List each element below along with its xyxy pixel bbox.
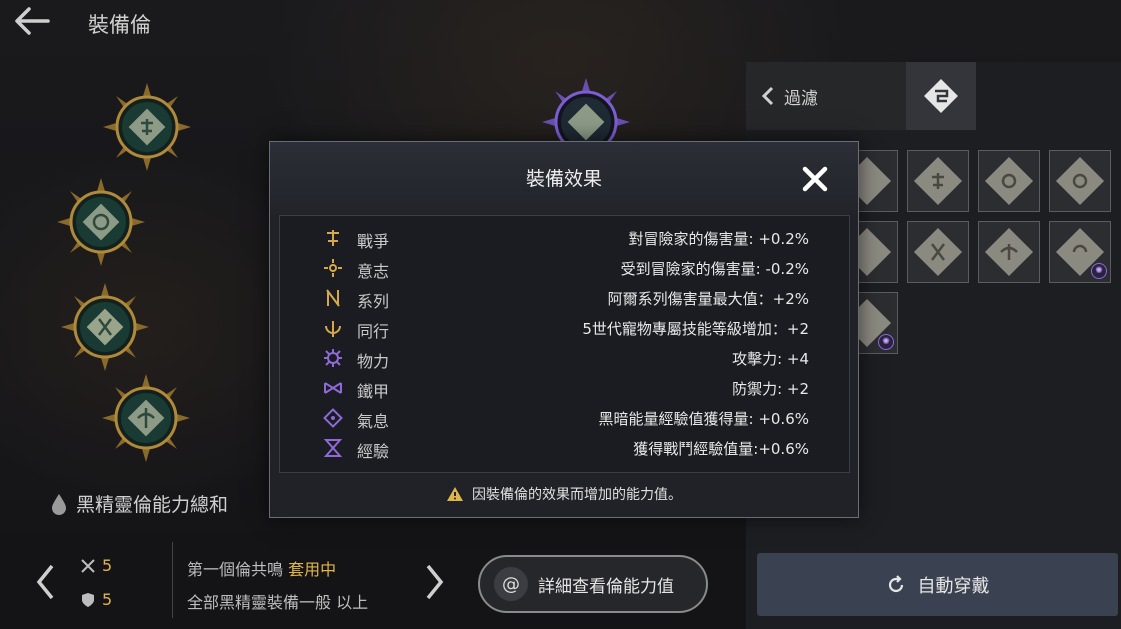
effect-name: 氣息 [357,412,390,431]
divider [172,542,173,618]
effect-list: 戰爭 對冒險家的傷害量: +0.2% 意志 受到冒險家的傷害量: -0.2% 系… [279,215,850,473]
stat-attack-value: 5 [102,556,113,575]
stat-defense: 5 [80,590,112,609]
page-title: 裝備倫 [88,13,151,37]
effect-row: 同行 5世代寵物專屬技能等級增加：+2 [280,314,849,344]
rune-category-icon [924,79,958,113]
rune-stone-icon [984,156,1034,206]
effect-name: 系列 [357,292,390,311]
effect-value: 受到冒險家的傷害量: -0.2% [620,260,809,278]
will-rune-icon [324,259,342,277]
ability-sum-label[interactable]: 黑精靈倫能力總和 [50,490,228,517]
effect-name: 戰爭 [357,232,390,251]
top-bar: 裝備倫 [0,0,740,48]
rarity-badge-icon: ✺ [1091,263,1107,279]
inventory-rune-item[interactable] [907,221,969,283]
effect-name: 經驗 [357,442,390,461]
modal-title: 裝備效果 [525,168,602,190]
inventory-rune-item[interactable] [978,150,1040,212]
effect-row: 意志 受到冒險家的傷害量: -0.2% [280,254,849,284]
filter-label: 過濾 [784,88,818,109]
crossed-swords-icon [81,558,95,573]
ability-sum-text: 黑精靈倫能力總和 [76,494,229,516]
rarity-badge-icon: ✺ [878,334,894,350]
effect-value: 5世代寵物專屬技能等級增加：+2 [582,320,809,338]
modal-header: 裝備效果 [270,142,858,214]
detail-ability-button[interactable]: @ 詳細查看倫能力值 [478,555,708,613]
drop-icon [52,493,66,515]
effect-name: 意志 [357,262,390,281]
requirement-line: 全部黑精靈裝備一般 以上 [187,593,369,612]
stat-defense-value: 5 [102,590,113,609]
refresh-icon [888,574,903,592]
auto-equip-label: 自動穿戴 [917,575,990,597]
shield-icon [82,592,94,607]
effect-value: 攻擊力: +4 [732,350,809,368]
effect-value: 獲得戰鬥經驗值量:+0.6% [633,440,809,458]
rune-category-tab[interactable] [906,62,976,130]
equip-effect-modal: 裝備效果 戰爭 對冒險家的傷害量: +0.2% 意志 受到冒險家的傷害量: -0… [269,141,859,518]
stat-attack: 5 [80,556,112,575]
armor-rune-icon [324,382,342,394]
effect-value: 對冒險家的傷害量: +0.2% [628,230,810,248]
close-icon[interactable] [800,164,830,194]
effect-row: 戰爭 對冒險家的傷害量: +0.2% [280,224,849,254]
companion-rune-icon [325,321,341,337]
sun-rune-frame-icon [102,374,190,462]
inventory-rune-item[interactable]: ✺ [1049,221,1111,283]
back-arrow-icon[interactable] [12,4,52,38]
breath-rune-icon [323,408,343,428]
effect-row: 鐵甲 防禦力: +2 [280,374,849,404]
inventory-rune-item[interactable] [907,150,969,212]
series-rune-icon [326,289,340,307]
detail-ability-label: 詳細查看倫能力值 [538,576,674,597]
effect-value: 黑暗能量經驗值獲得量: +0.6% [598,410,810,428]
rune-stone-icon [913,227,963,277]
effect-name: 物力 [357,352,390,371]
rune-slot-2[interactable] [57,178,145,266]
war-rune-icon [327,230,339,246]
chevron-left-icon [761,86,774,106]
chevron-right-icon[interactable] [422,562,446,602]
rune-stone-icon [913,156,963,206]
effect-value: 阿爾系列傷害量最大值：+2% [607,290,809,308]
chevron-left-icon[interactable] [34,562,58,602]
rune-stone-icon [1055,156,1105,206]
experience-rune-icon [323,439,343,457]
filter-tab[interactable]: 過濾 [746,62,906,130]
warning-icon [447,487,463,501]
at-icon: @ [494,567,528,601]
sun-rune-frame-icon [61,283,149,371]
resonance-status: 套用中 [288,560,337,579]
rune-slot-3[interactable] [61,283,149,371]
effect-name: 鐵甲 [357,382,390,401]
resonance-line: 第一個倫共鳴 套用中 [187,556,336,580]
modal-note: 因裝備倫的效果而增加的能力值。 [270,484,858,504]
effect-row: 氣息 黑暗能量經驗值獲得量: +0.6% [280,404,849,434]
effect-row: 物力 攻擊力: +4 [280,344,849,374]
effect-name: 同行 [357,322,390,341]
effect-row: 系列 阿爾系列傷害量最大值：+2% [280,284,849,314]
modal-note-text: 因裝備倫的效果而增加的能力值。 [472,487,682,503]
physical-rune-icon [324,349,342,367]
rune-slot-4[interactable] [102,374,190,462]
rune-slot-1[interactable] [103,83,191,171]
effect-row: 經驗 獲得戰鬥經驗值量:+0.6% [280,434,849,464]
sun-rune-frame-icon [103,83,191,171]
auto-equip-button[interactable]: 自動穿戴 [757,553,1118,616]
resonance-text: 第一個倫共鳴 [187,560,284,579]
sun-rune-frame-icon [57,178,145,266]
rune-stone-icon [984,227,1034,277]
inventory-rune-item[interactable] [978,221,1040,283]
inventory-rune-item[interactable] [1049,150,1111,212]
effect-value: 防禦力: +2 [732,380,809,398]
